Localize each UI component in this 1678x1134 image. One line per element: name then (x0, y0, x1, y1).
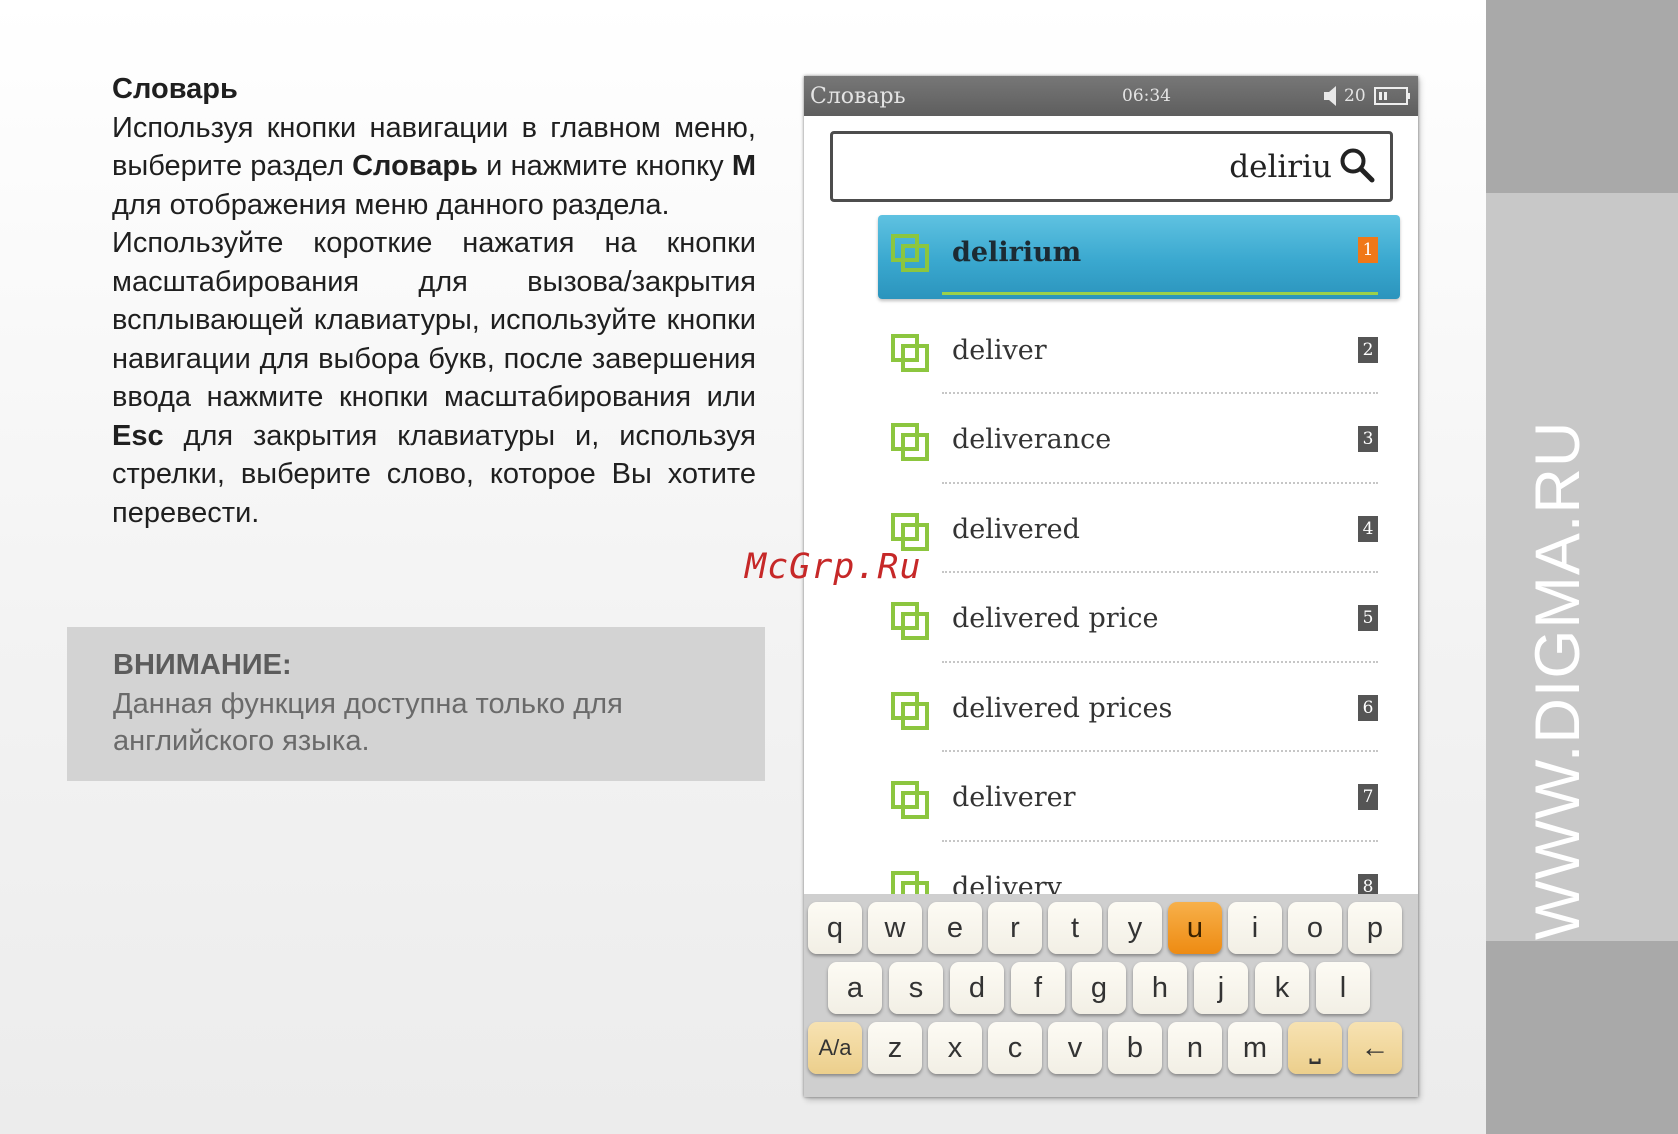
result-word: delirium (952, 237, 1082, 268)
key-v[interactable]: v (1048, 1022, 1102, 1074)
shift-case-key[interactable]: A/a (808, 1022, 862, 1074)
p2-text-2: для закрытия клавиатуры и, используя стр… (112, 419, 756, 529)
copy-icon (891, 691, 929, 730)
result-word: deliverer (952, 782, 1076, 813)
key-h[interactable]: h (1133, 962, 1187, 1014)
key-p[interactable]: p (1348, 902, 1402, 954)
key-r[interactable]: r (988, 902, 1042, 954)
results-list: delirium 1 deliver 2 deliverance 3 deliv… (878, 215, 1400, 931)
p1-text-2: и нажмите кнопку (486, 150, 724, 182)
key-q[interactable]: q (808, 902, 862, 954)
search-box[interactable] (830, 131, 1393, 202)
result-item[interactable]: delivered prices 6 (878, 663, 1400, 752)
result-item-selected[interactable]: delirium 1 (878, 215, 1400, 299)
side-block-top (1486, 0, 1678, 193)
result-item[interactable]: deliverance 3 (878, 394, 1400, 484)
key-j[interactable]: j (1194, 962, 1248, 1014)
p2-text: Используйте короткие нажатия на кнопки м… (112, 227, 756, 413)
key-t[interactable]: t (1048, 902, 1102, 954)
watermark: McGrp.Ru (745, 547, 922, 587)
battery-icon (1374, 87, 1410, 105)
result-number: 5 (1358, 605, 1378, 631)
paragraph-2: Используйте короткие нажатия на кнопки м… (112, 224, 756, 532)
result-item[interactable]: delivered 4 (878, 484, 1400, 573)
key-b[interactable]: b (1108, 1022, 1162, 1074)
key-o[interactable]: o (1288, 902, 1342, 954)
side-url-text: WWW.DIGMA.RU (1523, 420, 1593, 940)
search-input[interactable] (892, 144, 1332, 190)
p2-bold-esc: Esc (112, 419, 164, 452)
backspace-key[interactable]: ← (1348, 1022, 1402, 1074)
result-number: 6 (1358, 694, 1378, 721)
manual-text: Словарь Используя кнопки навигации в гла… (112, 70, 756, 532)
p1-bold-slovar: Словарь (352, 150, 478, 182)
key-a[interactable]: a (828, 962, 882, 1014)
volume-indicator: 20 (1322, 84, 1368, 108)
note-title: ВНИМАНИЕ: (113, 649, 292, 681)
result-word: deliver (952, 334, 1047, 366)
key-y[interactable]: y (1108, 902, 1162, 954)
speaker-icon (1324, 86, 1336, 106)
result-item[interactable]: deliverer 7 (878, 752, 1400, 842)
result-word: delivered (952, 513, 1080, 545)
result-number: 7 (1358, 784, 1378, 810)
key-f[interactable]: f (1011, 962, 1065, 1014)
copy-icon (891, 602, 929, 640)
p1-bold-m: M (731, 150, 756, 182)
result-number: 4 (1358, 515, 1378, 542)
copy-icon (891, 512, 929, 551)
result-number: 3 (1358, 426, 1378, 452)
key-k[interactable]: k (1255, 962, 1309, 1014)
key-g[interactable]: g (1072, 962, 1126, 1014)
result-word: deliverance (952, 424, 1112, 455)
result-number: 2 (1358, 336, 1378, 363)
key-x[interactable]: x (928, 1022, 982, 1074)
key-u[interactable]: u (1168, 902, 1222, 954)
key-i[interactable]: i (1228, 902, 1282, 954)
selection-underline (942, 292, 1378, 295)
search-icon[interactable] (1338, 146, 1376, 184)
key-c[interactable]: c (988, 1022, 1042, 1074)
key-w[interactable]: w (868, 902, 922, 954)
result-item[interactable]: delivered price 5 (878, 573, 1400, 663)
key-n[interactable]: n (1168, 1022, 1222, 1074)
key-l[interactable]: l (1316, 962, 1370, 1014)
paragraph-1: Используя кнопки навигации в главном мен… (112, 109, 756, 225)
key-z[interactable]: z (868, 1022, 922, 1074)
onscreen-keyboard: q w e r t y u i o p a s d f g h j k l A/… (804, 894, 1418, 1097)
key-s[interactable]: s (889, 962, 943, 1014)
copy-icon (891, 234, 929, 272)
note-text: Данная функция доступна только для англи… (113, 688, 623, 757)
p1-text-3: для отображения меню данного раздела. (112, 188, 670, 221)
result-number: 1 (1358, 237, 1378, 263)
attention-note: ВНИМАНИЕ: Данная функция доступна только… (67, 627, 765, 781)
space-key[interactable]: ⎵ (1288, 1022, 1342, 1074)
volume-level: 20 (1344, 86, 1366, 106)
copy-icon (891, 781, 929, 819)
section-heading: Словарь (112, 73, 238, 105)
status-title: Словарь (810, 84, 906, 109)
status-bar: Словарь 06:34 20 (804, 76, 1418, 116)
side-strip: WWW.DIGMA.RU (1486, 0, 1678, 1134)
key-m[interactable]: m (1228, 1022, 1282, 1074)
side-block-bottom (1486, 941, 1678, 1134)
copy-icon (891, 423, 929, 461)
key-e[interactable]: e (928, 902, 982, 954)
status-time: 06:34 (1122, 86, 1171, 106)
result-item[interactable]: deliver 2 (878, 305, 1400, 394)
result-word: delivered prices (952, 692, 1173, 724)
result-word: delivered price (952, 603, 1159, 634)
key-d[interactable]: d (950, 962, 1004, 1014)
copy-icon (891, 333, 929, 372)
